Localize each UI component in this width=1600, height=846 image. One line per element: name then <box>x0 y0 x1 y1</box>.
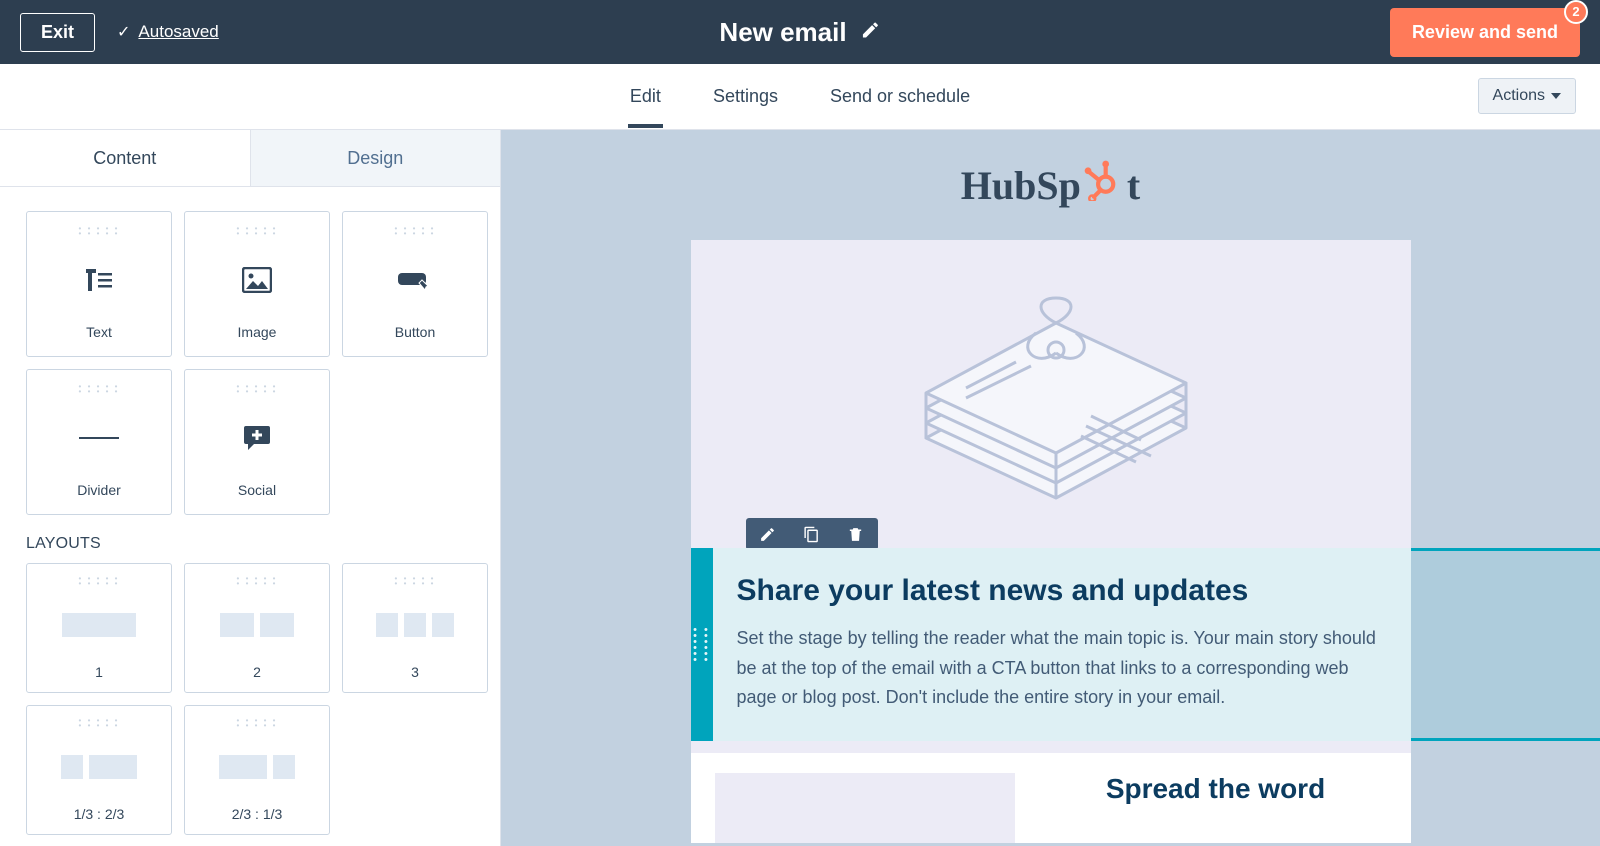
clone-block-button[interactable] <box>790 518 834 550</box>
block-toolbar <box>746 518 878 550</box>
layout-label: 2/3 : 1/3 <box>232 806 283 834</box>
social-icon <box>242 394 272 482</box>
layout-1col[interactable]: • • • • •• • • • • 1 <box>26 563 172 693</box>
main-tabs: Edit Settings Send or schedule <box>628 66 972 127</box>
layout-preview <box>62 586 136 664</box>
drag-handle-icon: • • • • •• • • • • <box>395 226 436 236</box>
review-badge: 2 <box>1564 0 1588 24</box>
layout-preview <box>61 728 137 806</box>
drag-handle-icon: • • • • •• • • • • <box>237 576 278 586</box>
layout-label: 1/3 : 2/3 <box>74 806 125 834</box>
drag-handle-icon: • • • • •• • • • • <box>237 718 278 728</box>
block-text[interactable]: • • • • •• • • • • Text <box>26 211 172 357</box>
secondary-block[interactable]: Spread the word <box>691 753 1411 843</box>
autosave-status[interactable]: ✓ Autosaved <box>117 22 219 42</box>
drag-handle-icon: • • • • •• • • • • <box>395 576 436 586</box>
block-button[interactable]: • • • • •• • • • • Button <box>342 211 488 357</box>
email-body: • •• •• •• •• •• • Share your latest new… <box>691 240 1411 843</box>
editor-body: Content Design • • • • •• • • • • Text •… <box>0 130 1600 846</box>
tab-edit[interactable]: Edit <box>628 66 663 127</box>
layout-2-3-1-3[interactable]: • • • • •• • • • • 2/3 : 1/3 <box>184 705 330 835</box>
layouts-heading: LAYOUTS <box>26 535 474 553</box>
drag-handle-icon: • • • • •• • • • • <box>79 384 120 394</box>
autosave-label: Autosaved <box>138 22 218 42</box>
email-logo-row[interactable]: HubSp t <box>501 130 1600 240</box>
divider-icon <box>79 394 119 482</box>
block-image[interactable]: • • • • •• • • • • Image <box>184 211 330 357</box>
hero-image-block[interactable] <box>691 240 1411 548</box>
actions-dropdown[interactable]: Actions <box>1478 78 1576 114</box>
layout-3col[interactable]: • • • • •• • • • • 3 <box>342 563 488 693</box>
email-canvas[interactable]: HubSp t <box>501 130 1600 846</box>
block-label: Button <box>395 324 435 356</box>
check-icon: ✓ <box>117 22 130 42</box>
secondary-tab-row: Edit Settings Send or schedule Actions <box>0 64 1600 130</box>
tab-send-or-schedule[interactable]: Send or schedule <box>828 66 972 127</box>
logo-text-a: HubSp <box>961 162 1081 209</box>
chevron-down-icon <box>1551 93 1561 99</box>
drag-handle-icon: • • • • •• • • • • <box>79 718 120 728</box>
layout-preview <box>220 586 294 664</box>
sidebar-tabs: Content Design <box>0 130 500 187</box>
layout-2col[interactable]: • • • • •• • • • • 2 <box>184 563 330 693</box>
sidebar-tab-design[interactable]: Design <box>250 130 501 186</box>
sprocket-icon <box>1083 159 1125 211</box>
sidebar: Content Design • • • • •• • • • • Text •… <box>0 130 501 846</box>
tab-settings[interactable]: Settings <box>711 66 780 127</box>
selected-text-block[interactable]: • •• •• •• •• •• • Share your latest new… <box>691 548 1411 741</box>
block-heading: Share your latest news and updates <box>737 574 1387 608</box>
review-label: Review and send <box>1412 22 1558 42</box>
drag-handle-icon: • • • • •• • • • • <box>79 226 120 236</box>
drag-handle-icon: • • • • •• • • • • <box>237 384 278 394</box>
text-icon <box>84 236 114 324</box>
delete-block-button[interactable] <box>834 518 878 550</box>
letters-illustration-icon <box>886 258 1216 518</box>
block-social[interactable]: • • • • •• • • • • Social <box>184 369 330 515</box>
actions-label: Actions <box>1493 87 1545 105</box>
image-icon <box>242 236 272 324</box>
drag-handle-icon: • • • • •• • • • • <box>237 226 278 236</box>
button-icon <box>397 236 433 324</box>
block-label: Divider <box>77 482 121 514</box>
layout-label: 3 <box>411 664 419 692</box>
block-label: Social <box>238 482 276 514</box>
image-placeholder[interactable] <box>715 773 1015 843</box>
layout-preview <box>376 586 454 664</box>
review-and-send-button[interactable]: Review and send 2 <box>1390 8 1580 57</box>
edit-block-button[interactable] <box>746 518 790 550</box>
drag-handle[interactable]: • •• •• •• •• •• • <box>691 548 713 741</box>
grip-icon: • •• •• •• •• •• • <box>693 627 710 663</box>
drag-handle-icon: • • • • •• • • • • <box>79 576 120 586</box>
block-label: Image <box>238 324 277 356</box>
sidebar-panel: • • • • •• • • • • Text • • • • •• • • •… <box>0 187 500 846</box>
exit-button[interactable]: Exit <box>20 13 95 52</box>
content-blocks-grid: • • • • •• • • • • Text • • • • •• • • •… <box>26 211 474 515</box>
hubspot-logo: HubSp t <box>961 159 1140 211</box>
top-bar: Exit ✓ Autosaved New email Review and se… <box>0 0 1600 64</box>
block-label: Text <box>86 324 112 356</box>
layout-preview <box>219 728 295 806</box>
layout-label: 1 <box>95 664 103 692</box>
title-area: New email <box>719 17 880 48</box>
secondary-heading: Spread the word <box>1045 773 1387 843</box>
layouts-grid: • • • • •• • • • • 1 • • • • •• • • • • … <box>26 563 474 835</box>
edit-title-icon[interactable] <box>861 20 881 45</box>
block-body: Set the stage by telling the reader what… <box>737 624 1387 713</box>
layout-1-3-2-3[interactable]: • • • • •• • • • • 1/3 : 2/3 <box>26 705 172 835</box>
block-divider[interactable]: • • • • •• • • • • Divider <box>26 369 172 515</box>
layout-label: 2 <box>253 664 261 692</box>
sidebar-tab-content[interactable]: Content <box>0 130 250 186</box>
page-title: New email <box>719 17 846 48</box>
logo-text-b: t <box>1127 162 1140 209</box>
text-block-content[interactable]: Share your latest news and updates Set t… <box>713 548 1411 741</box>
